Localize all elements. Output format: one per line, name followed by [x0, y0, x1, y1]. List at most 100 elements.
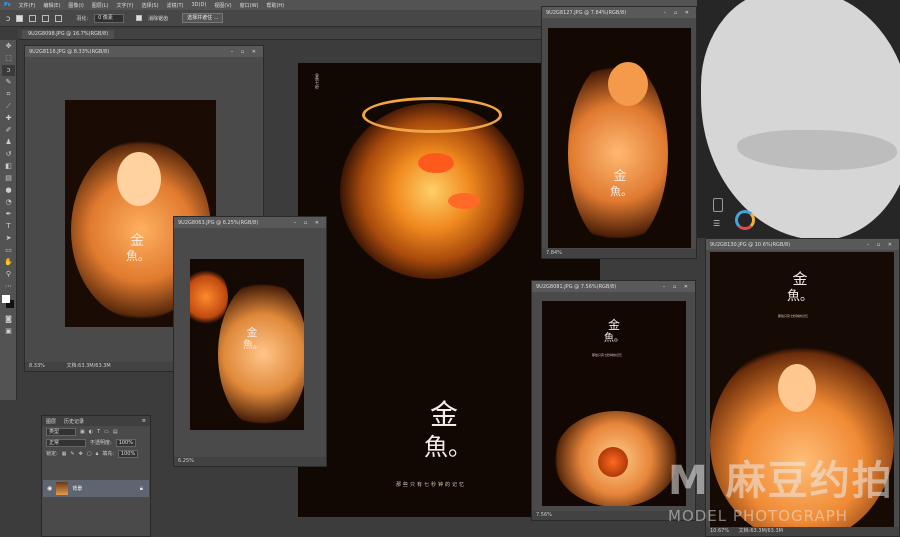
layer-filter-row: 类型 ▣ ◐ T ▭ ▤ — [42, 426, 150, 437]
gradient-tool-icon[interactable]: ▤ — [2, 173, 15, 184]
crop-tool-icon[interactable]: ⌗ — [2, 89, 15, 100]
side-icon[interactable]: ☰ — [713, 220, 723, 228]
add-selection-icon[interactable] — [29, 14, 37, 22]
history-brush-icon[interactable]: ↺ — [2, 149, 15, 160]
document-window-8063[interactable]: 9U2G8063.JPG @ 6.25%(RGB/8) – ▫ ✕ 金 魚。 6… — [173, 216, 327, 467]
fishbowl-image — [598, 447, 628, 477]
zoom-tool-icon[interactable]: ⚲ — [2, 269, 15, 280]
lasso-tool-icon[interactable]: ↄ — [6, 14, 10, 23]
photo-canvas[interactable]: 金 魚。 — [190, 259, 304, 430]
zoom-level[interactable]: 7.84% — [546, 250, 562, 256]
window-titlebar[interactable]: 9U2G8081.JPG @ 7.56%(RGB/8) – ▫ ✕ — [532, 281, 695, 292]
subtract-selection-icon[interactable] — [42, 14, 50, 22]
opacity-input[interactable]: 100% — [115, 438, 136, 447]
panel-menu-icon[interactable]: ≡ — [142, 418, 146, 424]
path-select-icon[interactable]: ➤ — [2, 233, 15, 244]
document-window-8127[interactable]: 9U2G8127.JPG @ 7.84%(RGB/8) – ▫ ✕ 金 魚。 7… — [541, 6, 697, 259]
window-controls-icon[interactable]: – ▫ ✕ — [663, 284, 691, 290]
menu-edit[interactable]: 编辑(E) — [43, 2, 60, 9]
menu-3d[interactable]: 3D(D) — [192, 2, 207, 8]
hand-tool-icon[interactable]: ✋ — [2, 257, 15, 268]
poster-title-bottom: 魚。 — [786, 289, 813, 304]
tab-history[interactable]: 历史记录 — [64, 418, 84, 425]
window-controls-icon[interactable]: – ▫ ✕ — [867, 242, 895, 248]
select-and-mask-button[interactable]: 选择并遮住 ... — [182, 13, 224, 23]
filter-shape-icon[interactable]: ▭ — [104, 429, 109, 435]
window-titlebar[interactable]: 9U2G8127.JPG @ 7.84%(RGB/8) – ▫ ✕ — [542, 7, 696, 18]
visibility-eye-icon[interactable]: ◉ — [47, 485, 52, 492]
filter-pixel-icon[interactable]: ▣ — [80, 429, 85, 435]
intersect-selection-icon[interactable] — [55, 14, 63, 22]
blend-mode-select[interactable]: 正常 — [46, 438, 86, 447]
more-tools-icon[interactable]: ⋯ — [2, 281, 15, 292]
menu-select[interactable]: 选择(S) — [141, 2, 158, 9]
lock-move-icon[interactable]: ✥ — [79, 451, 83, 457]
menu-window[interactable]: 窗口(W) — [240, 2, 259, 9]
background-document-area: ☰ — [697, 0, 900, 238]
new-selection-icon[interactable] — [16, 14, 24, 22]
window-controls-icon[interactable]: – ▫ ✕ — [294, 220, 322, 226]
photo-canvas[interactable]: 金 魚。 — [548, 28, 691, 248]
eyedropper-tool-icon[interactable]: ⟋ — [2, 101, 15, 112]
filter-type-icon[interactable]: T — [97, 429, 100, 435]
zoom-level[interactable]: 10.67% — [710, 528, 729, 534]
screen-mode-icon[interactable]: ▣ — [2, 326, 15, 337]
rectangle-tool-icon[interactable]: ▭ — [2, 245, 15, 256]
feather-input[interactable]: 0 像素 — [94, 13, 125, 23]
foreground-color[interactable] — [2, 295, 10, 303]
document-tab[interactable]: 9U2G8098.JPG @ 16.7%(RGB/8) — [22, 30, 115, 39]
doc-size: 文档:63.3M/63.3M — [66, 363, 111, 369]
filter-adjust-icon[interactable]: ◐ — [89, 429, 93, 435]
menu-filter[interactable]: 滤镜(T) — [167, 2, 184, 9]
layers-panel: 图层 历史记录 ≡ 类型 ▣ ◐ T ▭ ▤ 正常 不透明度: 100% 锁定:… — [41, 415, 151, 537]
poster-title-top: 金 — [429, 398, 458, 431]
goldfish-image — [448, 193, 480, 209]
zoom-level[interactable]: 7.56% — [536, 512, 552, 518]
lock-paint-icon[interactable]: ✎ — [70, 451, 74, 457]
eraser-tool-icon[interactable]: ◧ — [2, 161, 15, 172]
type-tool-icon[interactable]: T — [2, 221, 15, 232]
quick-select-tool-icon[interactable]: ✎ — [2, 77, 15, 88]
window-controls-icon[interactable]: – ▫ ✕ — [664, 10, 692, 16]
clone-stamp-icon[interactable]: ♟ — [2, 137, 15, 148]
lock-artboard-icon[interactable]: ▢ — [87, 451, 92, 457]
layer-thumbnail — [56, 482, 69, 495]
window-status: 10.67% 文档:63.3M/63.3M — [706, 527, 899, 536]
layer-row-background[interactable]: ◉ 背景 🔒︎ — [43, 480, 149, 497]
quick-mask-icon[interactable]: ◙ — [2, 314, 15, 325]
marquee-tool-icon[interactable]: ⬚ — [2, 53, 15, 64]
lock-pixels-icon[interactable]: ▦ — [62, 451, 67, 457]
filter-smart-icon[interactable]: ▤ — [113, 429, 118, 435]
menu-layer[interactable]: 图层(L) — [92, 2, 109, 9]
fishbowl-rim — [362, 97, 502, 133]
zoom-level[interactable]: 6.25% — [178, 458, 194, 464]
window-titlebar[interactable]: 9U2G8130.JPG @ 10.6%(RGB/8) – ▫ ✕ — [706, 239, 899, 250]
healing-brush-icon[interactable]: ✚ — [2, 113, 15, 124]
menu-view[interactable]: 视图(V) — [214, 2, 231, 9]
menu-type[interactable]: 文字(Y) — [116, 2, 133, 9]
move-tool-icon[interactable]: ✥ — [2, 41, 15, 52]
antialias-checkbox[interactable] — [136, 15, 143, 21]
zoom-level[interactable]: 8.33% — [29, 363, 45, 369]
menu-file[interactable]: 文件(F) — [19, 2, 36, 9]
blur-tool-icon[interactable]: ● — [2, 185, 15, 196]
menu-image[interactable]: 图像(I) — [68, 2, 83, 9]
side-icon[interactable] — [713, 198, 723, 212]
window-title: 9U2G8127.JPG @ 7.84%(RGB/8) — [546, 9, 627, 16]
photo-canvas[interactable]: 金 魚。 那些只有七秒钟的记忆 — [542, 301, 686, 506]
brush-tool-icon[interactable]: ✐ — [2, 125, 15, 136]
dodge-tool-icon[interactable]: ◔ — [2, 197, 15, 208]
filter-kind-select[interactable]: 类型 — [46, 427, 76, 436]
fill-input[interactable]: 100% — [117, 449, 139, 458]
menu-help[interactable]: 帮助(H) — [266, 2, 284, 9]
pen-tool-icon[interactable]: ✒ — [2, 209, 15, 220]
antialias-label: 消除锯齿 — [148, 15, 169, 22]
window-status: 6.25% — [174, 457, 326, 466]
tab-layers[interactable]: 图层 — [46, 418, 56, 425]
window-titlebar[interactable]: 9U2G8063.JPG @ 6.25%(RGB/8) – ▫ ✕ — [174, 217, 326, 228]
window-controls-icon[interactable]: – ▫ ✕ — [231, 49, 259, 55]
lasso-tool-icon[interactable]: ↄ — [2, 65, 15, 76]
lock-all-icon[interactable]: 🔒︎ — [96, 451, 99, 457]
window-titlebar[interactable]: 9U2G8116.JPG @ 8.33%(RGB/8) – ▫ ✕ — [25, 46, 263, 57]
window-title: 9U2G8081.JPG @ 7.56%(RGB/8) — [536, 283, 617, 290]
